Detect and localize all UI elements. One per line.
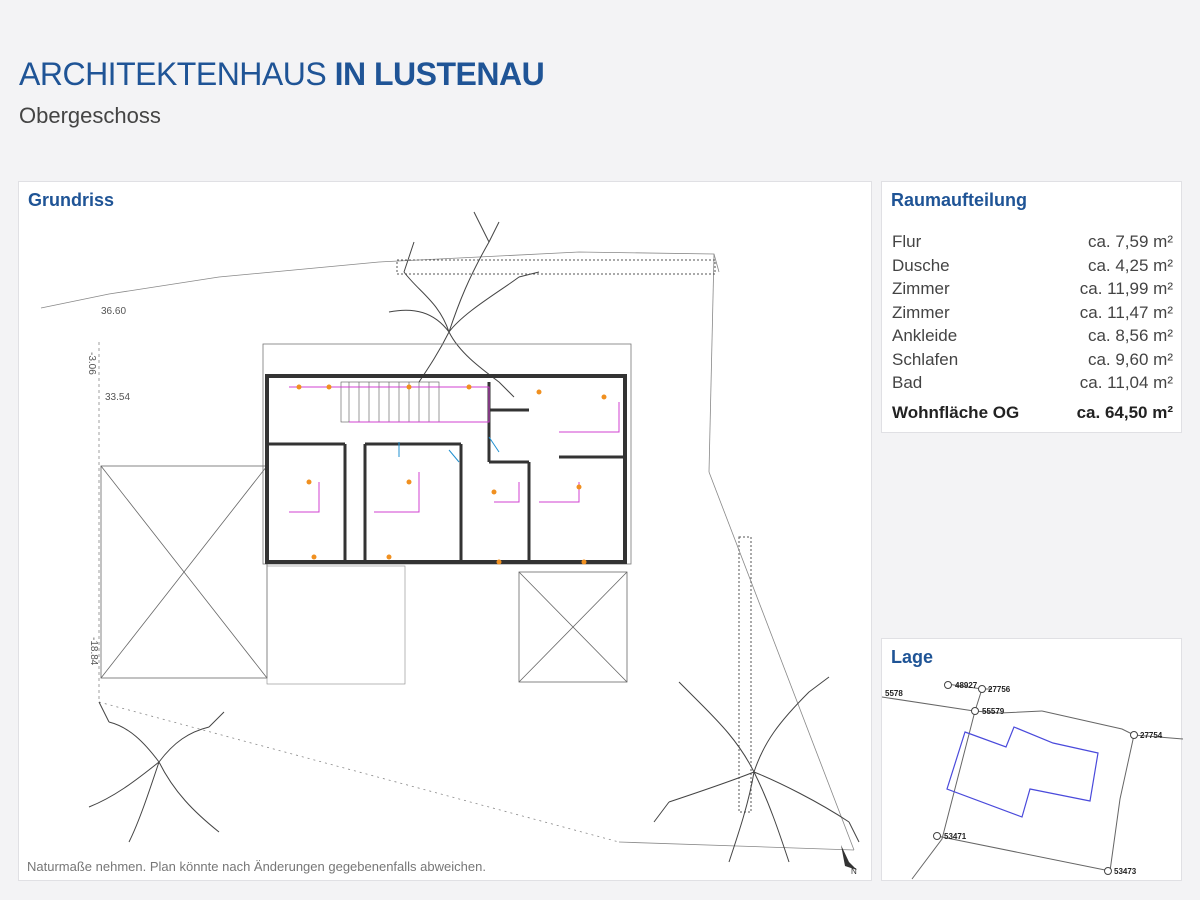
room-name: Bad	[892, 373, 923, 392]
electrical-outlets	[296, 384, 607, 565]
terrace-right	[518, 571, 628, 683]
parcel-number: 53473	[1114, 867, 1137, 876]
room-breakdown-heading: Raumaufteilung	[891, 190, 1028, 210]
plot-outline	[946, 726, 1099, 818]
room-row: Zimmer ca. 11,99 m²	[892, 277, 1173, 301]
north-label: N	[851, 867, 857, 876]
terrace-left	[100, 465, 268, 679]
page-title: ARCHITEKTENHAUS IN LUSTENAU	[19, 56, 545, 93]
room-row: Flur ca. 7,59 m²	[892, 230, 1173, 254]
house-outline	[262, 343, 632, 565]
terrace-middle	[266, 565, 406, 685]
electrical-wiring	[289, 386, 620, 513]
room-name: Zimmer	[892, 279, 950, 298]
room-area: ca. 11,04 m²	[1079, 373, 1173, 392]
parcel-number: 27756	[988, 685, 1011, 694]
location-map: 48927 27756 5578 55579 27754 53471 53473	[882, 681, 1183, 880]
page-subtitle: Obergeschoss	[19, 103, 161, 128]
parcel-marker	[1130, 731, 1138, 739]
tree-right	[653, 676, 860, 863]
room-area: ca. 8,56 m²	[1087, 326, 1173, 345]
room-area: ca. 11,99 m²	[1079, 279, 1173, 298]
room-breakdown-panel: Raumaufteilung Flur ca. 7,59 m² Dusche c…	[881, 181, 1182, 433]
parcel-marker	[933, 832, 941, 840]
location-map-panel: 48927 27756 5578 55579 27754 53471 53473…	[881, 638, 1183, 881]
room-name: Ankleide	[892, 326, 958, 345]
floor-plan-drawing: 36.60 33.54 -3.06 -18.84 N	[40, 211, 860, 876]
total-area: ca. 64,50 m²	[1076, 402, 1173, 422]
parcel-number: 53471	[944, 832, 967, 841]
parcel-number: 55579	[982, 707, 1005, 716]
room-row: Dusche ca. 4,25 m²	[892, 254, 1173, 278]
total-label: Wohnfläche OG	[892, 402, 1020, 422]
room-area: ca. 11,47 m²	[1079, 302, 1173, 322]
dimension-label: 36.60	[101, 306, 126, 317]
water-lines	[398, 436, 500, 463]
floor-plan-heading: Grundriss	[28, 190, 115, 210]
room-name: Flur	[892, 232, 922, 251]
room-row: Zimmer ca. 11,47 m²	[892, 301, 1173, 325]
plan-disclaimer: Naturmaße nehmen. Plan könnte nach Änder…	[27, 859, 486, 874]
room-area: ca. 4,25 m²	[1087, 255, 1173, 275]
parcel-marker	[971, 707, 979, 715]
parcel-marker	[1104, 867, 1112, 875]
staircase	[340, 381, 440, 423]
dimension-label: 33.54	[105, 392, 130, 403]
tree-top	[388, 211, 540, 398]
tree-bottom-left	[88, 701, 225, 843]
room-name: Dusche	[892, 255, 950, 275]
page-header: ARCHITEKTENHAUS IN LUSTENAU Obergeschoss	[19, 56, 545, 129]
dimension-label: -18.84	[88, 637, 99, 666]
room-name: Schlafen	[892, 349, 959, 369]
room-area: ca. 9,60 m²	[1087, 349, 1173, 369]
parcel-number: 48927	[955, 681, 978, 690]
total-living-area: Wohnfläche OG ca. 64,50 m²	[892, 403, 1173, 423]
parcel-marker	[978, 685, 986, 693]
title-bold: IN LUSTENAU	[334, 56, 545, 92]
dimension-label: -3.06	[86, 352, 97, 375]
parcel-marker	[944, 681, 952, 689]
room-row: Bad ca. 11,04 m²	[892, 371, 1173, 395]
parcel-number: 5578	[885, 689, 903, 698]
interior-walls	[267, 382, 625, 560]
hedge-right	[738, 536, 752, 813]
room-row: Ankleide ca. 8,56 m²	[892, 324, 1173, 348]
room-row: Schlafen ca. 9,60 m²	[892, 348, 1173, 372]
room-area: ca. 7,59 m²	[1087, 232, 1173, 251]
floor-plan-panel: 36.60 33.54 -3.06 -18.84 N Grundriss Nat…	[18, 181, 872, 881]
room-list: Flur ca. 7,59 m² Dusche ca. 4,25 m² Zimm…	[892, 230, 1173, 423]
parcel-number: 27754	[1140, 731, 1163, 740]
room-name: Zimmer	[892, 302, 950, 322]
location-heading: Lage	[891, 647, 934, 667]
hedge-top	[396, 259, 716, 275]
title-light: ARCHITEKTENHAUS	[19, 56, 327, 92]
